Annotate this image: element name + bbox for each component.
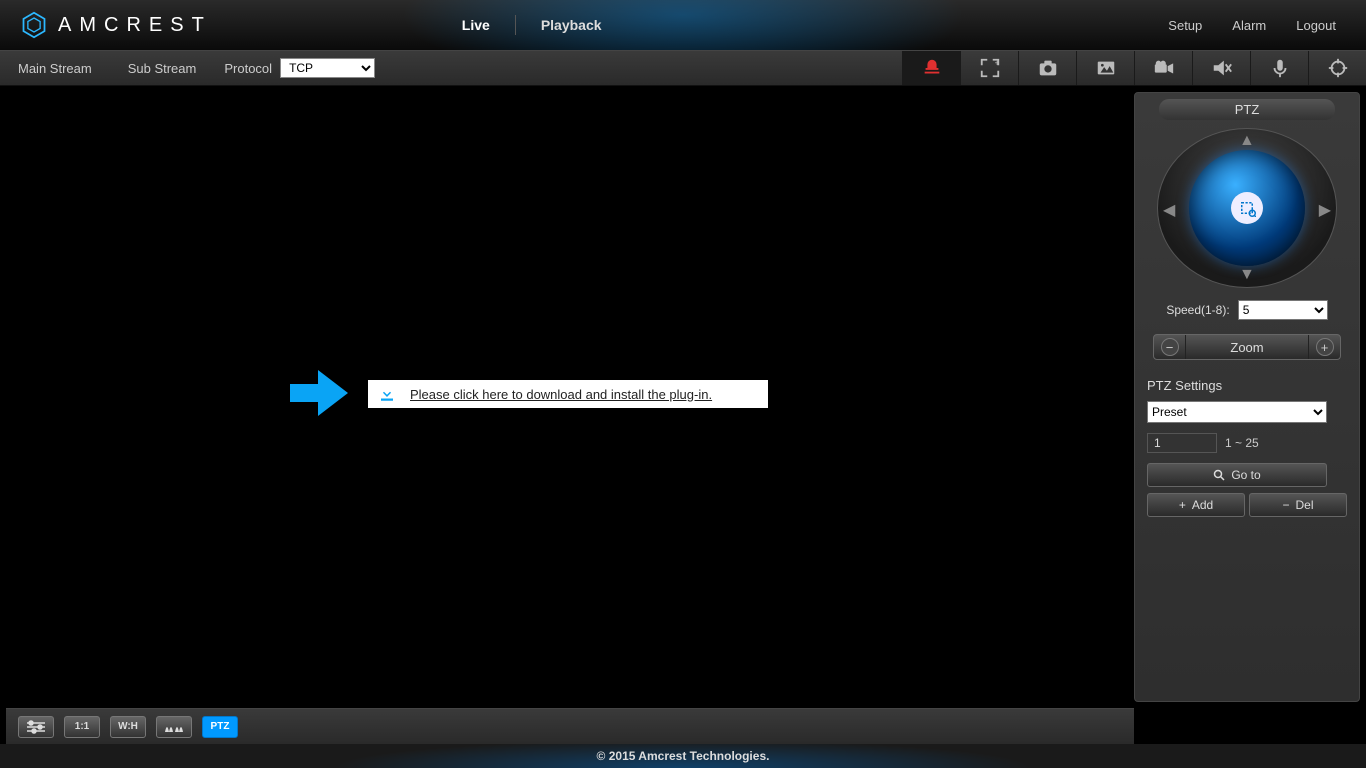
link-logout[interactable]: Logout (1296, 18, 1336, 33)
ptz-up-button[interactable]: ▲ (1239, 132, 1255, 150)
crosshair-icon[interactable] (1308, 51, 1366, 85)
tab-playback[interactable]: Playback (521, 0, 622, 50)
zoom-in-button[interactable]: + (1308, 335, 1340, 359)
search-icon (1213, 469, 1225, 481)
svg-text:+: + (994, 58, 999, 67)
ptz-dial: ▲ ▼ ◀ ▶ (1157, 128, 1337, 288)
plus-icon: + (1179, 498, 1186, 512)
sub-stream-button[interactable]: Sub Stream (110, 61, 215, 76)
speed-label: Speed(1-8): (1166, 303, 1229, 317)
ptz-panel: PTZ ▲ ▼ ◀ ▶ Speed(1-8): 5 − Zoom + PTZ S… (1134, 92, 1360, 702)
zoom-label: Zoom (1186, 340, 1308, 355)
add-button[interactable]: + Add (1147, 493, 1245, 517)
header-right: Setup Alarm Logout (1168, 18, 1336, 33)
goto-label: Go to (1231, 468, 1260, 482)
preset-row: 1 ~ 25 (1147, 433, 1347, 453)
ptz-down-button[interactable]: ▼ (1239, 266, 1255, 284)
link-alarm[interactable]: Alarm (1232, 18, 1266, 33)
aspect-ratio-button[interactable]: W:H (110, 716, 146, 738)
minus-icon: − (1282, 498, 1289, 512)
brand-text: AMCREST (58, 14, 212, 37)
logo: AMCREST (20, 11, 212, 39)
nav-divider (515, 15, 516, 35)
del-label: Del (1296, 498, 1314, 512)
link-setup[interactable]: Setup (1168, 18, 1202, 33)
picture-icon[interactable] (1076, 51, 1134, 85)
bottom-toolbar: 1:1 W:H PTZ (6, 708, 1134, 744)
tab-live[interactable]: Live (442, 0, 510, 50)
ptz-right-button[interactable]: ▶ (1319, 200, 1331, 220)
footer: © 2015 Amcrest Technologies. (0, 744, 1366, 768)
snapshot-icon[interactable] (1018, 51, 1076, 85)
goto-button[interactable]: Go to (1147, 463, 1327, 487)
adjust-button[interactable] (18, 716, 54, 738)
dial-center-button[interactable] (1231, 192, 1263, 224)
microphone-icon[interactable] (1250, 51, 1308, 85)
speaker-icon[interactable] (1192, 51, 1250, 85)
video-area: Please click here to download and instal… (0, 86, 1134, 708)
download-icon (378, 385, 396, 403)
ptz-title: PTZ (1159, 99, 1335, 120)
plugin-banner[interactable]: Please click here to download and instal… (368, 380, 768, 408)
logo-icon (20, 11, 48, 39)
plugin-link[interactable]: Please click here to download and instal… (410, 387, 712, 402)
zoom-out-button[interactable]: − (1154, 335, 1186, 359)
preset-range: 1 ~ 25 (1225, 436, 1259, 450)
original-size-button[interactable]: 1:1 (64, 716, 100, 738)
header: AMCREST Live Playback Setup Alarm Logout (0, 0, 1366, 50)
speed-select[interactable]: 5 (1238, 300, 1328, 320)
tool-icons: + (902, 51, 1366, 85)
add-label: Add (1192, 498, 1213, 512)
fullscreen-icon[interactable]: + (960, 51, 1018, 85)
speed-row: Speed(1-8): 5 (1141, 300, 1353, 320)
fluency-button[interactable] (156, 716, 192, 738)
protocol-select[interactable]: TCP (280, 58, 375, 78)
alarm-icon[interactable] (902, 51, 960, 85)
preset-input[interactable] (1147, 433, 1217, 453)
ptz-settings-title: PTZ Settings (1147, 378, 1347, 393)
add-del-row: + Add − Del (1147, 493, 1347, 517)
ptz-left-button[interactable]: ◀ (1163, 200, 1175, 220)
ptz-toggle-button[interactable]: PTZ (202, 716, 238, 738)
zoom-row: − Zoom + (1153, 334, 1341, 360)
record-icon[interactable] (1134, 51, 1192, 85)
nav-tabs: Live Playback (442, 0, 622, 50)
main-stream-button[interactable]: Main Stream (0, 61, 110, 76)
protocol-label: Protocol (224, 61, 272, 76)
preset-select[interactable]: Preset (1147, 401, 1327, 423)
del-button[interactable]: − Del (1249, 493, 1347, 517)
arrow-right-icon (290, 366, 350, 420)
main: Please click here to download and instal… (0, 86, 1366, 708)
subtoolbar: Main Stream Sub Stream Protocol TCP + (0, 50, 1366, 86)
